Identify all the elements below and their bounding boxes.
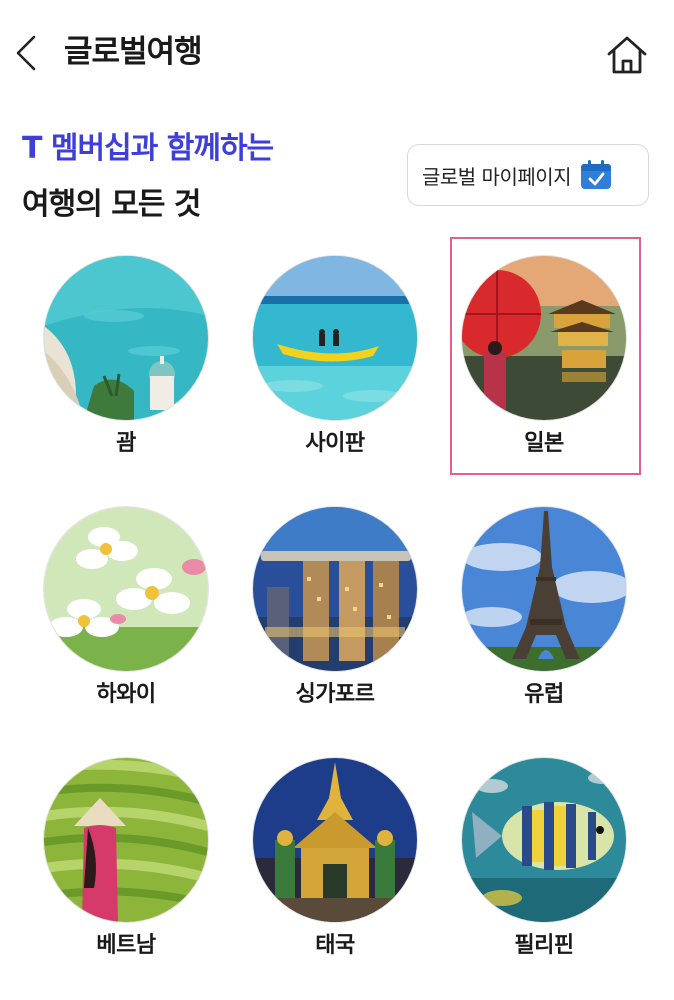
destination-singapore[interactable]: 싱가포르 [235,507,435,737]
destination-japan[interactable]: 일본 [444,256,644,486]
home-icon [607,36,647,74]
hero-headline: T 멤버십과 함께하는 [22,131,274,166]
saipan-banana-boat-photo [253,256,417,420]
destination-label: 싱가포르 [295,682,375,707]
chevron-left-icon [16,35,36,71]
destination-label: 괌 [116,431,136,456]
philippines-fish-photo [462,758,626,922]
back-button[interactable] [8,30,48,76]
destination-europe[interactable]: 유럽 [444,507,644,737]
destination-label: 사이판 [305,431,365,456]
global-mypage-label: 글로벌 마이페이지 [422,164,572,189]
calendar-check-icon [581,160,612,189]
home-button[interactable] [604,34,650,76]
hawaii-plumeria-photo [44,507,208,671]
destination-thailand[interactable]: 태국 [235,758,435,988]
destination-label: 필리핀 [514,933,574,958]
japan-temple-umbrella-photo [462,256,626,420]
destination-label: 태국 [315,933,355,958]
guam-beach-photo [44,256,208,420]
destination-label: 일본 [524,431,564,456]
destination-label: 하와이 [96,682,156,707]
destination-label: 베트남 [96,933,156,958]
destination-hawaii[interactable]: 하와이 [26,507,226,737]
destination-vietnam[interactable]: 베트남 [26,758,226,988]
thailand-temple-photo [253,758,417,922]
destination-guam[interactable]: 괌 [26,256,226,486]
vietnam-rice-terrace-photo [44,758,208,922]
destination-philippines[interactable]: 필리핀 [444,758,644,988]
page-title: 글로벌여행 [64,34,203,70]
app-header: 글로벌여행 [0,0,674,100]
destination-saipan[interactable]: 사이판 [235,256,435,486]
singapore-marina-bay-photo [253,507,417,671]
destination-label: 유럽 [524,682,564,707]
hero-subheadline: 여행의 모든 것 [22,187,201,222]
global-mypage-button[interactable]: 글로벌 마이페이지 [407,144,649,206]
europe-eiffel-tower-photo [462,507,626,671]
